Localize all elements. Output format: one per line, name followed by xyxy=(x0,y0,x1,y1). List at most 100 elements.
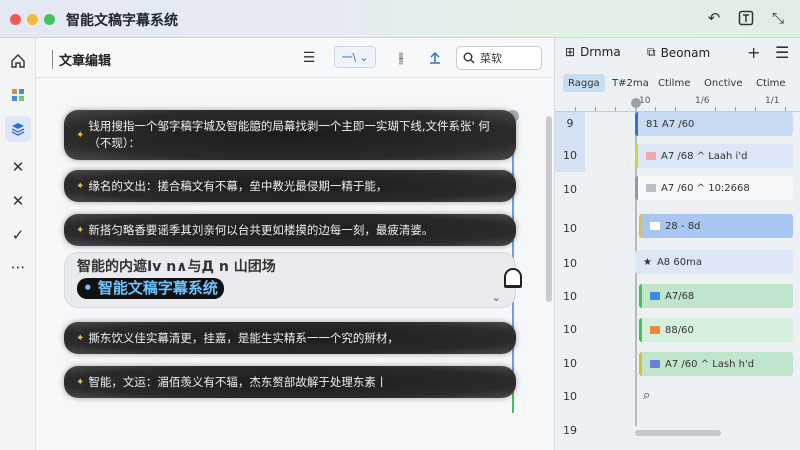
bullet-icon: ✦ xyxy=(76,376,85,388)
cue-main-label: 智能文稿字幕系统 xyxy=(97,279,218,297)
timeline-segment[interactable]: A7/68 xyxy=(639,284,793,308)
bullet-icon: • xyxy=(83,279,93,297)
format-dropdown[interactable]: 一\ ⌄ xyxy=(334,46,376,68)
row-number: 10 xyxy=(563,390,577,403)
grid-icon: ⊞ xyxy=(565,45,576,59)
timeline-scrollbar[interactable] xyxy=(635,430,721,436)
bullet-icon: ✦ xyxy=(76,224,85,236)
segment-label: A8 60ma xyxy=(656,256,702,268)
cue-text: 缘名的文出：搓合稿文有不幕，垒中教光最侵期一精于能， xyxy=(88,178,388,193)
app-title: 智能文稿字幕系统 xyxy=(66,13,178,29)
close-window-button[interactable] xyxy=(10,14,21,25)
active-subtitle-cue[interactable]: 智能的内遮Iv n∧与Д n 山团场 • 智能文稿字幕系统 ⌄ xyxy=(64,252,516,308)
segment-label: A7 /60 ^ 10:2668 xyxy=(661,182,750,194)
timeline-segment[interactable]: A7 /60 ^ Lash h'd xyxy=(639,352,793,376)
clip-icon xyxy=(650,326,660,334)
cue-text: 撕东饮义佳实幕清更，挂嘉，是能生实精系一一个究的掰材， xyxy=(88,330,399,345)
segment-label: A7 /68 ^ Laah i'd xyxy=(661,150,748,162)
cue-main-text[interactable]: • 智能文稿字幕系统 xyxy=(77,278,224,299)
timeline-segment[interactable]: ★ A8 60ma xyxy=(635,250,793,274)
timeline-segment[interactable]: A7 /68 ^ Laah i'd xyxy=(635,144,793,168)
home-icon[interactable] xyxy=(5,48,31,74)
search-icon xyxy=(463,52,475,64)
segment-label: 28 - 8d xyxy=(665,220,701,232)
segment-label: 88/60 xyxy=(665,324,694,336)
split-icon[interactable]: ⫲ xyxy=(390,47,412,69)
link-icon: ⧉ xyxy=(647,45,656,59)
timeline-segment[interactable]: 88/60 xyxy=(639,318,793,342)
clip-icon xyxy=(650,360,660,368)
chevron-down-icon: ⌄ xyxy=(359,50,369,64)
subtitle-cue[interactable]: ✦ 钱用搜指一个邹字稿字城及智能臆的局幕找剥一个主即一实瑚下线,文件系张' 何（… xyxy=(64,110,516,160)
tab-drama[interactable]: ⊞ Drnma xyxy=(565,45,621,59)
timeline-panel: ⊞ Drnma ⧉ Beonam + ☰ Ragga T#2ma Ctilme … xyxy=(554,38,800,450)
row-number: 9 xyxy=(566,117,574,130)
timeline-playhead-knob[interactable] xyxy=(631,98,641,108)
row-number: 10 xyxy=(563,222,577,235)
tab-beonam[interactable]: ⧉ Beonam xyxy=(647,45,710,60)
editor-title: 文章编辑 xyxy=(52,50,111,69)
list-icon[interactable]: ☰ xyxy=(775,43,789,62)
bell-icon[interactable] xyxy=(504,268,522,288)
tab-label: Drnma xyxy=(580,45,621,59)
close-icon[interactable]: ✕ xyxy=(5,154,31,180)
maximize-window-button[interactable] xyxy=(44,14,55,25)
timeline-toolbar: ⊞ Drnma ⧉ Beonam + ☰ xyxy=(555,38,800,70)
segment-label: A7/68 xyxy=(665,290,695,302)
subtab[interactable]: Ctime xyxy=(751,74,791,92)
editor-toolbar: 文章编辑 ☰ 一\ ⌄ ⫲ 菜软 xyxy=(36,38,554,78)
playhead-end-marker xyxy=(512,393,514,413)
image-icon xyxy=(650,222,660,230)
row-number: 10 xyxy=(563,149,577,162)
timeline-segment[interactable]: 28 - 8d xyxy=(639,214,793,238)
doc-icon xyxy=(646,152,656,160)
tab-label: Beonam xyxy=(660,45,711,60)
align-icon[interactable]: ☰ xyxy=(298,47,320,69)
subtab[interactable]: Ctilme xyxy=(653,74,695,92)
bullet-icon: ✦ xyxy=(76,129,85,141)
clip-icon xyxy=(650,292,660,300)
cue-text: 钱用搜指一个邹字稿字城及智能臆的局幕找剥一个主即一实瑚下线,文件系张' 何（不现… xyxy=(88,119,490,150)
minimize-window-button[interactable] xyxy=(27,14,38,25)
ruler-label: 1/6 xyxy=(695,96,710,106)
subtitle-cue[interactable]: ✦ 撕东饮义佳实幕清更，挂嘉，是能生实精系一一个究的掰材， xyxy=(64,322,516,354)
apps-icon[interactable] xyxy=(5,82,31,108)
more-icon[interactable]: ⋯ xyxy=(5,254,31,280)
pin-icon: ★ xyxy=(643,256,652,268)
add-icon[interactable]: + xyxy=(747,43,760,62)
editor-scrollbar[interactable] xyxy=(546,116,552,302)
subtab[interactable]: T#2ma xyxy=(607,74,654,92)
close-icon[interactable]: ✕ xyxy=(5,188,31,214)
row-number: 10 xyxy=(563,257,577,270)
layers-icon[interactable] xyxy=(5,116,31,142)
subtitle-cue[interactable]: ✦ 缘名的文出：搓合稿文有不幕，垒中教光最侵期一精于能， xyxy=(64,170,516,202)
search-icon[interactable]: ⌕ xyxy=(643,388,650,403)
subtab[interactable]: Onctive xyxy=(699,74,747,92)
bullet-icon: ✦ xyxy=(76,332,85,344)
row-number: 10 xyxy=(563,183,577,196)
doc-icon xyxy=(646,184,656,192)
bullet-icon: ✦ xyxy=(76,180,85,192)
subtitle-cue[interactable]: ✦ 智能，文运：湄佰羡义有不辐，杰东赘部故解于处理东素丨 xyxy=(64,366,516,398)
text-icon[interactable] xyxy=(734,6,758,30)
row-number: 10 xyxy=(563,290,577,303)
chevron-down-icon[interactable]: ⌄ xyxy=(492,289,501,306)
segment-label: 81 A7 /60 xyxy=(646,118,695,130)
cue-preview-text: 智能的内遮Iv n∧与Д n 山团场 xyxy=(77,259,276,275)
check-icon[interactable]: ✓ xyxy=(5,222,31,248)
time-ruler[interactable]: 10 1/6 1/1 xyxy=(555,96,800,112)
subtitle-cue[interactable]: ✦ 新搭匀略香要谣季其刘亲何以台共更如楼摸的边每一刻，最疲清婆。 xyxy=(64,214,516,246)
ruler-label: 1/1 xyxy=(765,96,780,106)
undo-icon[interactable]: ↶ xyxy=(702,6,726,30)
segment-label: A7 /60 ^ Lash h'd xyxy=(665,358,755,370)
title-bar: 智能文稿字幕系统 ↶ ⤡ xyxy=(0,0,800,38)
search-input[interactable]: 菜软 xyxy=(456,46,542,70)
timeline-segment[interactable]: 81 A7 /60 xyxy=(635,112,793,136)
upload-icon[interactable] xyxy=(424,47,446,69)
timeline-subtabs: Ragga T#2ma Ctilme Onctive Ctime xyxy=(555,74,800,94)
magic-icon[interactable]: ⤡ xyxy=(766,6,790,30)
subtab[interactable]: Ragga xyxy=(563,74,605,92)
timeline-segment[interactable]: A7 /60 ^ 10:2668 xyxy=(635,176,793,200)
row-number: 10 xyxy=(563,323,577,336)
cue-text: 智能，文运：湄佰羡义有不辐，杰东赘部故解于处理东素丨 xyxy=(88,374,388,389)
